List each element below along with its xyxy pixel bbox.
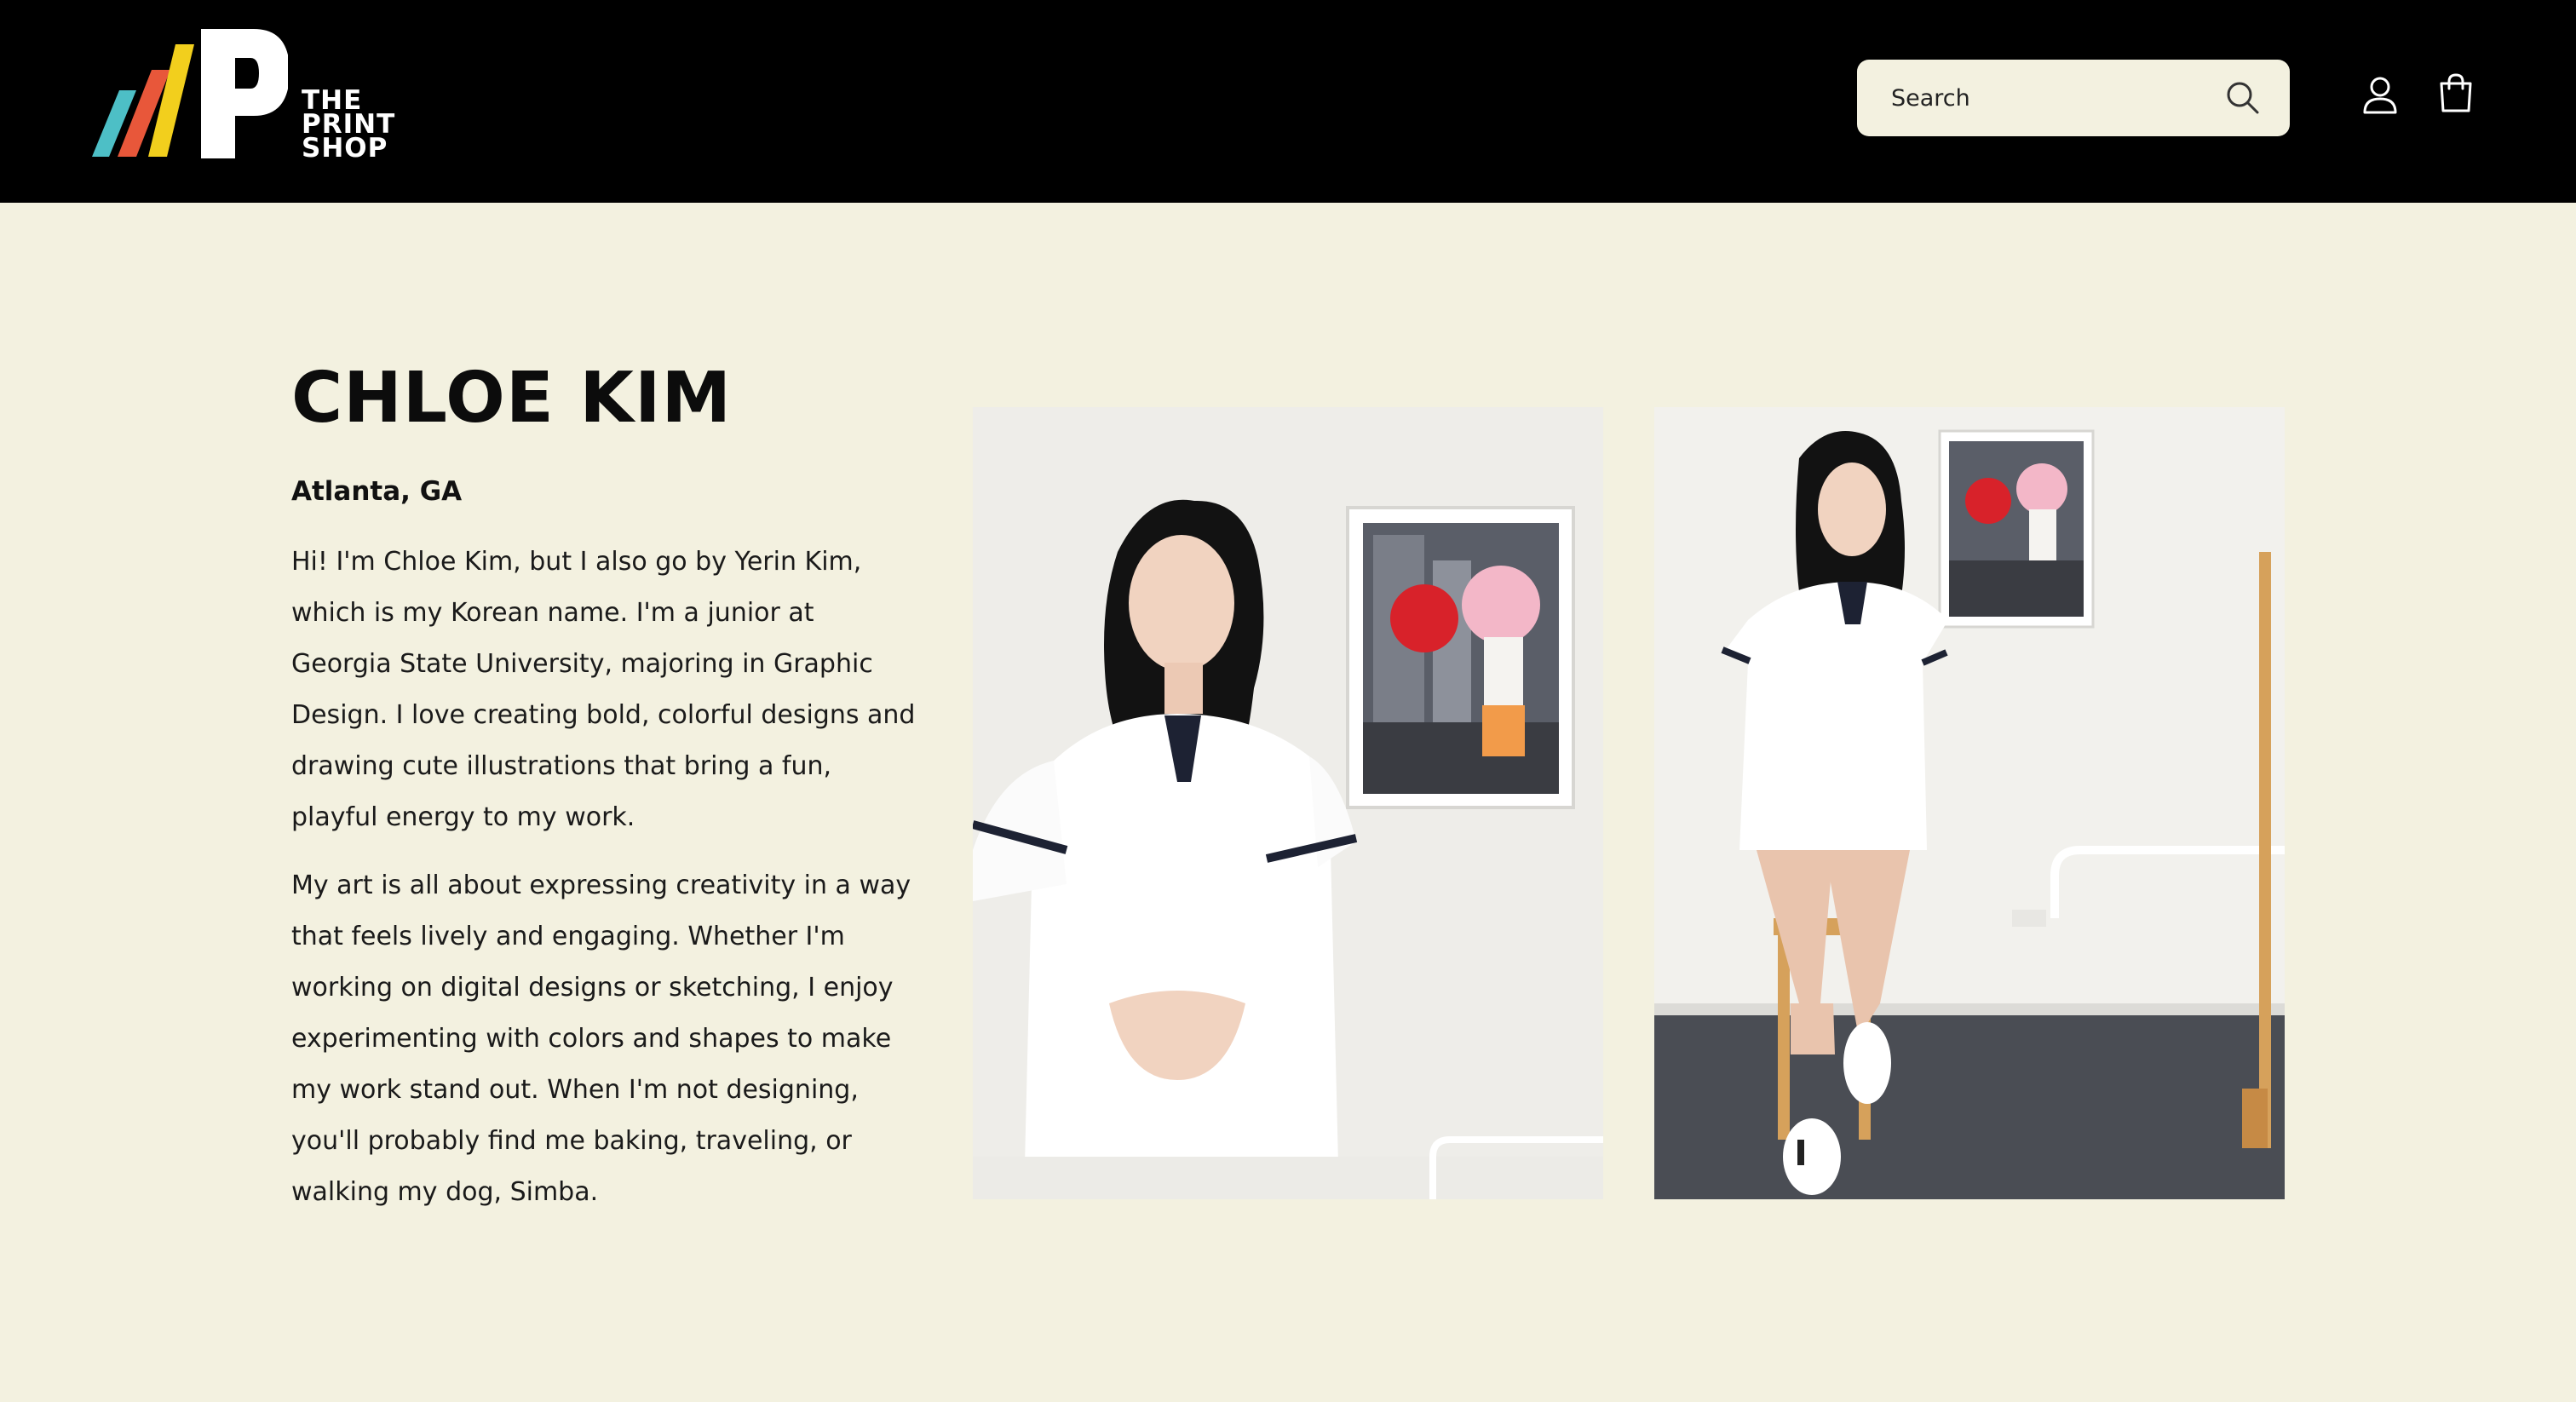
bio-paragraph: Hi! I'm Chloe Kim, but I also go by Yeri… [291,547,916,832]
bio-paragraph: My art is all about expressing creativit… [291,871,911,1207]
search-box [1857,60,2290,136]
artist-name: CHLOE KIM [291,358,733,439]
artist-photo-portrait [973,407,1603,1199]
artist-location: Atlanta, GA [291,476,463,507]
search-input[interactable] [1891,60,2198,136]
logo-wordmark: THE PRINT SHOP [302,88,395,164]
search-icon[interactable] [2223,78,2263,118]
account-icon[interactable] [2358,73,2402,118]
logo-mark-icon [92,29,288,158]
site-header: THE PRINT SHOP [0,0,2576,203]
cart-icon[interactable] [2433,72,2479,118]
logo-line-3: SHOP [302,133,388,164]
artist-photo-full-length [1654,407,2285,1199]
site-logo[interactable]: THE PRINT SHOP [92,29,399,165]
